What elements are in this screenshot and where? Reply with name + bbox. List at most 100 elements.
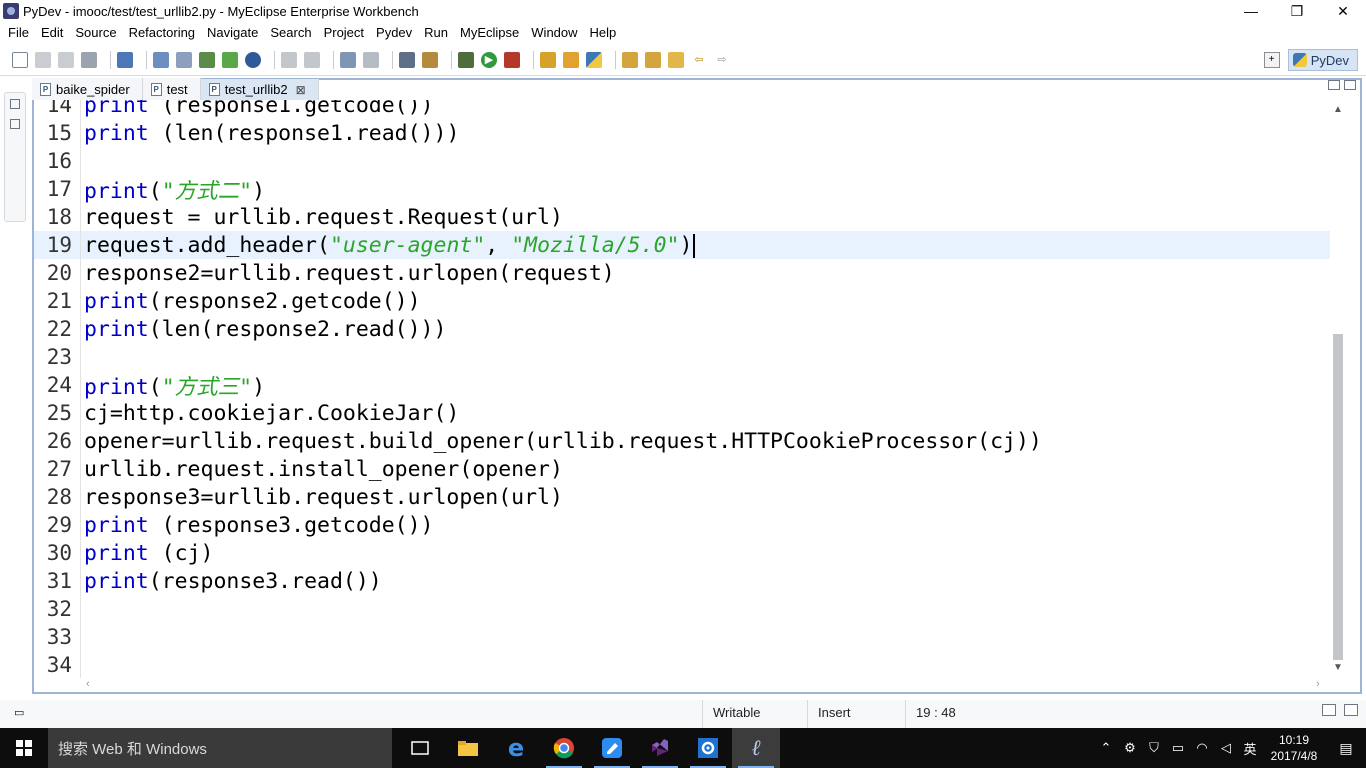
settings-app-button[interactable] bbox=[684, 728, 732, 768]
notes-app-button[interactable] bbox=[588, 728, 636, 768]
vertical-scrollbar[interactable]: ▲ ▼ bbox=[1330, 100, 1346, 678]
code-editor[interactable]: 14 print (response1.getcode()) 15 print (le… bbox=[34, 100, 1330, 678]
start-button[interactable] bbox=[0, 728, 48, 768]
horizontal-scrollbar[interactable]: ‹ › bbox=[34, 678, 1330, 692]
file-explorer-button[interactable] bbox=[444, 728, 492, 768]
input-method-indicator[interactable]: 英 bbox=[1238, 739, 1262, 758]
open-perspective-icon[interactable]: + bbox=[1263, 52, 1280, 68]
taskbar-clock[interactable]: 10:19 2017/4/8 bbox=[1262, 732, 1326, 764]
menu-help[interactable]: Help bbox=[584, 25, 623, 40]
task-icon[interactable] bbox=[422, 51, 438, 68]
code-line[interactable]: 24 print("方式三") bbox=[34, 371, 1330, 400]
external-tools-icon[interactable] bbox=[504, 51, 520, 68]
code-line[interactable]: 28 response3=urllib.request.urlopen(url) bbox=[34, 483, 1330, 511]
menu-navigate[interactable]: Navigate bbox=[201, 25, 264, 40]
code-line[interactable]: 25 cj=http.cookiejar.CookieJar() bbox=[34, 399, 1330, 427]
maximize-button[interactable]: ❐ bbox=[1274, 0, 1320, 22]
show-hidden-icons-chevron-icon[interactable]: ⌃ bbox=[1094, 740, 1118, 756]
menu-window[interactable]: Window bbox=[525, 25, 583, 40]
run-icon[interactable]: ▶ bbox=[481, 51, 497, 68]
python-icon[interactable] bbox=[586, 51, 602, 68]
code-line[interactable]: 15 print (len(response1.read())) bbox=[34, 119, 1330, 147]
scroll-left-arrow-icon[interactable]: ‹ bbox=[86, 678, 90, 690]
chrome-button[interactable] bbox=[540, 728, 588, 768]
visual-studio-button[interactable] bbox=[636, 728, 684, 768]
scroll-down-arrow-icon[interactable]: ▼ bbox=[1333, 662, 1343, 673]
menu-pydev[interactable]: Pydev bbox=[370, 25, 418, 40]
forward-arrow-icon[interactable]: ⇨ bbox=[714, 52, 730, 68]
maximize-view-icon[interactable] bbox=[1344, 704, 1358, 716]
save-all-icon[interactable] bbox=[58, 51, 74, 68]
server-icon[interactable] bbox=[176, 51, 192, 68]
database-icon[interactable] bbox=[340, 51, 356, 68]
battery-icon[interactable]: ▭ bbox=[1166, 740, 1190, 756]
restore-view-icon[interactable] bbox=[10, 99, 20, 109]
code-line[interactable]: 34 bbox=[34, 651, 1330, 678]
maximize-view-icon[interactable] bbox=[1344, 80, 1356, 90]
new-module-icon[interactable] bbox=[222, 51, 238, 68]
task-view-button[interactable] bbox=[396, 728, 444, 768]
open-type-icon[interactable] bbox=[399, 51, 415, 68]
save-icon[interactable] bbox=[35, 51, 51, 68]
wifi-icon[interactable]: ◠ bbox=[1190, 740, 1214, 756]
deploy-icon[interactable] bbox=[153, 51, 169, 68]
next-annotation-icon[interactable] bbox=[622, 51, 638, 68]
menu-edit[interactable]: Edit bbox=[35, 25, 69, 40]
menu-source[interactable]: Source bbox=[69, 25, 122, 40]
menu-file[interactable]: File bbox=[2, 25, 35, 40]
code-line[interactable]: 21 print(response2.getcode()) bbox=[34, 287, 1330, 315]
security-shield-icon[interactable]: ⛉ bbox=[1142, 740, 1166, 756]
code-line[interactable]: 20 response2=urllib.request.urlopen(reque… bbox=[34, 259, 1330, 287]
restore-view-icon[interactable] bbox=[1322, 704, 1336, 716]
code-line[interactable]: 33 bbox=[34, 623, 1330, 651]
tab-baike-spider[interactable]: P baike_spider bbox=[32, 78, 143, 100]
print-icon[interactable] bbox=[81, 51, 97, 68]
code-line[interactable]: 14 print (response1.getcode()) bbox=[34, 100, 1330, 119]
minimize-view-icon[interactable] bbox=[1328, 80, 1340, 90]
code-line[interactable]: 31 print(response3.read()) bbox=[34, 567, 1330, 595]
code-line[interactable]: 17 print("方式二") bbox=[34, 175, 1330, 204]
code-line[interactable]: 19 request.add_header("user-agent", "Mozi… bbox=[34, 231, 1330, 259]
web-browser-icon[interactable] bbox=[363, 51, 379, 68]
volume-icon[interactable]: ◁ bbox=[1214, 740, 1238, 756]
close-tab-icon[interactable]: ⊠ bbox=[296, 83, 306, 97]
code-line[interactable]: 23 bbox=[34, 343, 1330, 371]
globe-icon[interactable] bbox=[245, 51, 261, 68]
code-line[interactable]: 32 bbox=[34, 595, 1330, 623]
tab-test-urllib2[interactable]: P test_urllib2 ⊠ bbox=[200, 78, 319, 100]
menu-search[interactable]: Search bbox=[264, 25, 317, 40]
network-status-icon[interactable]: ⚙ bbox=[1118, 740, 1142, 756]
back-arrow-icon[interactable]: ⇦ bbox=[691, 52, 707, 68]
pydev-perspective-button[interactable]: PyDev bbox=[1287, 49, 1358, 71]
code-line[interactable]: 26 opener=urllib.request.build_opener(url… bbox=[34, 427, 1330, 455]
scroll-right-arrow-icon[interactable]: › bbox=[1316, 678, 1320, 690]
menu-refactoring[interactable]: Refactoring bbox=[123, 25, 201, 40]
pin-icon[interactable] bbox=[540, 51, 556, 68]
scrollbar-thumb[interactable] bbox=[1333, 334, 1343, 660]
new-project-icon[interactable] bbox=[117, 51, 133, 68]
action-center-icon[interactable]: ▤ bbox=[1326, 740, 1366, 757]
menu-project[interactable]: Project bbox=[318, 25, 370, 40]
new-file-icon[interactable] bbox=[12, 51, 28, 68]
code-line[interactable]: 27 urllib.request.install_opener(opener) bbox=[34, 455, 1330, 483]
code-line[interactable]: 30 print (cj) bbox=[34, 539, 1330, 567]
undo-icon[interactable] bbox=[281, 51, 297, 68]
open-folder-icon[interactable] bbox=[563, 51, 579, 68]
new-package-icon[interactable] bbox=[199, 51, 215, 68]
minimize-button[interactable]: — bbox=[1228, 0, 1274, 22]
code-line[interactable]: 22 print(len(response2.read())) bbox=[34, 315, 1330, 343]
package-explorer-icon[interactable] bbox=[10, 119, 20, 129]
debug-icon[interactable] bbox=[458, 51, 474, 68]
tab-test[interactable]: P test bbox=[142, 78, 201, 100]
edge-browser-button[interactable]: e bbox=[492, 728, 540, 768]
previous-annotation-icon[interactable] bbox=[645, 51, 661, 68]
close-button[interactable]: ✕ bbox=[1320, 0, 1366, 22]
redo-icon[interactable] bbox=[304, 51, 320, 68]
code-line[interactable]: 18 request = urllib.request.Request(url) bbox=[34, 203, 1330, 231]
scroll-up-arrow-icon[interactable]: ▲ bbox=[1333, 104, 1343, 115]
code-line[interactable]: 16 bbox=[34, 147, 1330, 175]
menu-myeclipse[interactable]: MyEclipse bbox=[454, 25, 525, 40]
last-edit-icon[interactable] bbox=[668, 51, 684, 68]
code-line[interactable]: 29 print (response3.getcode()) bbox=[34, 511, 1330, 539]
myeclipse-button[interactable]: ℓ bbox=[732, 728, 780, 768]
